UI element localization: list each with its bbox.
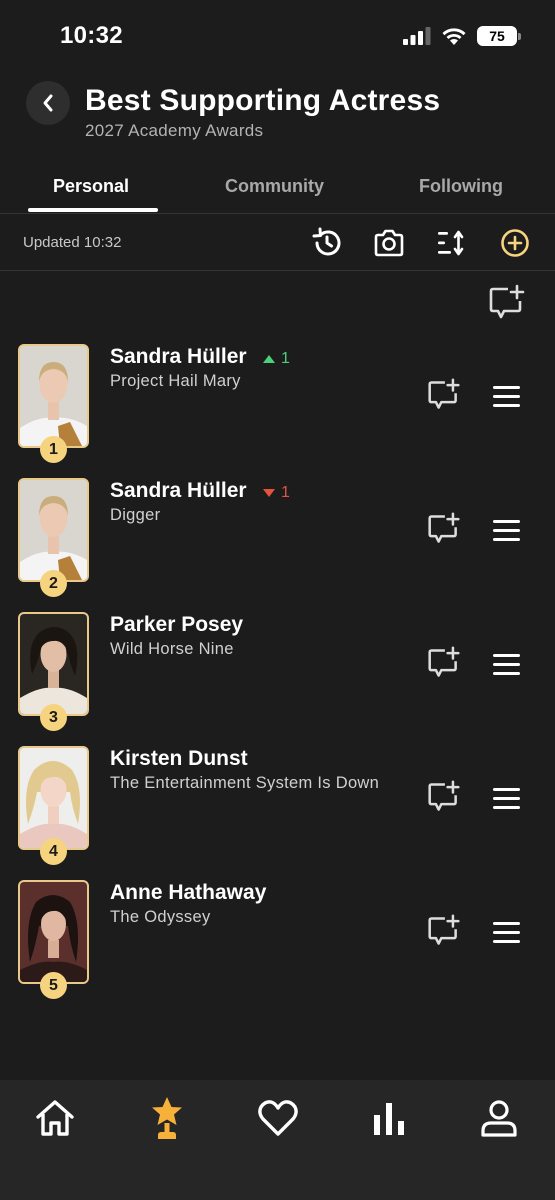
drag-handle[interactable] <box>493 520 520 541</box>
nav-stats[interactable] <box>367 1096 411 1140</box>
nav-profile[interactable] <box>477 1096 521 1140</box>
toolbar: Updated 10:32 <box>0 214 555 271</box>
comment-add-icon <box>428 780 460 811</box>
tab-bar: Personal Community Following <box>0 160 555 214</box>
portrait-image <box>20 480 87 580</box>
avatar <box>18 612 89 716</box>
drag-handle[interactable] <box>493 386 520 407</box>
sort-icon <box>438 230 464 256</box>
nominee-row[interactable]: 1 Sandra Hüller 1 Project Hail Mary <box>0 344 555 464</box>
screenshot-button[interactable] <box>372 226 406 260</box>
nominee-film: Digger <box>110 506 161 524</box>
portrait-image <box>20 614 87 714</box>
portrait-image <box>20 346 87 446</box>
nominee-name: Parker Posey <box>110 613 244 636</box>
arrow-up-icon <box>263 355 275 363</box>
comment-button[interactable] <box>427 512 461 546</box>
history-icon <box>312 227 341 256</box>
nominee-avatar: 2 <box>18 478 89 597</box>
nominee-avatar: 3 <box>18 612 89 731</box>
comment-add-icon <box>428 378 460 409</box>
avatar <box>18 746 89 850</box>
rank-change-value: 1 <box>281 484 290 501</box>
nominee-name: Kirsten Dunst <box>110 747 248 770</box>
nominee-name: Sandra Hüller <box>110 479 247 502</box>
signal-icon <box>403 27 431 45</box>
camera-icon <box>374 229 404 257</box>
nominee-avatar: 4 <box>18 746 89 865</box>
chevron-left-icon <box>43 94 53 112</box>
nav-home[interactable] <box>33 1096 77 1140</box>
nominee-name: Sandra Hüller <box>110 345 247 368</box>
rank-badge: 3 <box>40 704 67 731</box>
rank-badge: 5 <box>40 972 67 999</box>
comment-button[interactable] <box>427 914 461 948</box>
wifi-icon <box>442 28 466 45</box>
bottom-nav <box>0 1080 555 1200</box>
back-button[interactable] <box>26 81 70 125</box>
status-icons: 75 <box>403 26 521 46</box>
nominee-film: The Entertainment System Is Down <box>110 774 380 792</box>
comment-button[interactable] <box>427 780 461 814</box>
avatar <box>18 478 89 582</box>
profile-icon <box>481 1100 517 1137</box>
add-circle-icon <box>501 229 529 257</box>
updated-label: Updated 10:32 <box>23 234 122 251</box>
status-bar: 10:32 75 <box>0 0 555 74</box>
comment-button[interactable] <box>427 646 461 680</box>
rank-badge: 4 <box>40 838 67 865</box>
nominee-row[interactable]: 3 Parker Posey Wild Horse Nine <box>0 612 555 732</box>
rank-change: 1 <box>263 484 290 502</box>
drag-handle[interactable] <box>493 654 520 675</box>
drag-handle-icon <box>493 788 520 809</box>
page-title: Best Supporting Actress <box>85 84 441 117</box>
tab-personal[interactable]: Personal <box>53 176 129 197</box>
history-button[interactable] <box>310 226 344 260</box>
drag-handle-icon <box>493 922 520 943</box>
add-button[interactable] <box>498 226 532 260</box>
rank-change-value: 1 <box>281 350 290 367</box>
active-tab-indicator <box>28 208 158 212</box>
nominee-film: Project Hail Mary <box>110 372 241 390</box>
stats-icon <box>374 1103 404 1135</box>
drag-handle[interactable] <box>493 788 520 809</box>
sort-button[interactable] <box>435 226 469 260</box>
comment-add-icon <box>489 284 525 319</box>
page-subtitle: 2027 Academy Awards <box>85 121 264 140</box>
nav-favorites[interactable] <box>256 1096 300 1140</box>
add-comment-button[interactable] <box>488 284 526 322</box>
nominee-avatar: 5 <box>18 880 89 999</box>
rank-change: 1 <box>263 350 290 368</box>
drag-handle[interactable] <box>493 922 520 943</box>
comment-add-icon <box>428 914 460 945</box>
home-icon <box>36 1100 74 1136</box>
portrait-image <box>20 748 87 848</box>
nominee-row[interactable]: 2 Sandra Hüller 1 Digger <box>0 478 555 598</box>
rank-badge: 2 <box>40 570 67 597</box>
nominee-film: The Odyssey <box>110 908 211 926</box>
status-time: 10:32 <box>60 22 123 49</box>
comment-button[interactable] <box>427 378 461 412</box>
nominee-film: Wild Horse Nine <box>110 640 234 658</box>
tab-community[interactable]: Community <box>225 176 324 197</box>
drag-handle-icon <box>493 386 520 407</box>
tab-following[interactable]: Following <box>419 176 503 197</box>
avatar <box>18 344 89 448</box>
nominee-name: Anne Hathaway <box>110 881 267 904</box>
drag-handle-icon <box>493 654 520 675</box>
heart-icon <box>258 1100 298 1136</box>
portrait-image <box>20 882 87 982</box>
trophy-icon <box>152 1097 182 1139</box>
drag-handle-icon <box>493 520 520 541</box>
arrow-down-icon <box>263 489 275 497</box>
rank-badge: 1 <box>40 436 67 463</box>
nominee-row[interactable]: 5 Anne Hathaway The Odyssey <box>0 880 555 1000</box>
nominee-avatar: 1 <box>18 344 89 463</box>
comment-add-icon <box>428 646 460 677</box>
battery-icon: 75 <box>477 26 521 46</box>
nav-predictions[interactable] <box>145 1096 189 1140</box>
comment-add-icon <box>428 512 460 543</box>
nominee-row[interactable]: 4 Kirsten Dunst The Entertainment System… <box>0 746 555 866</box>
avatar <box>18 880 89 984</box>
